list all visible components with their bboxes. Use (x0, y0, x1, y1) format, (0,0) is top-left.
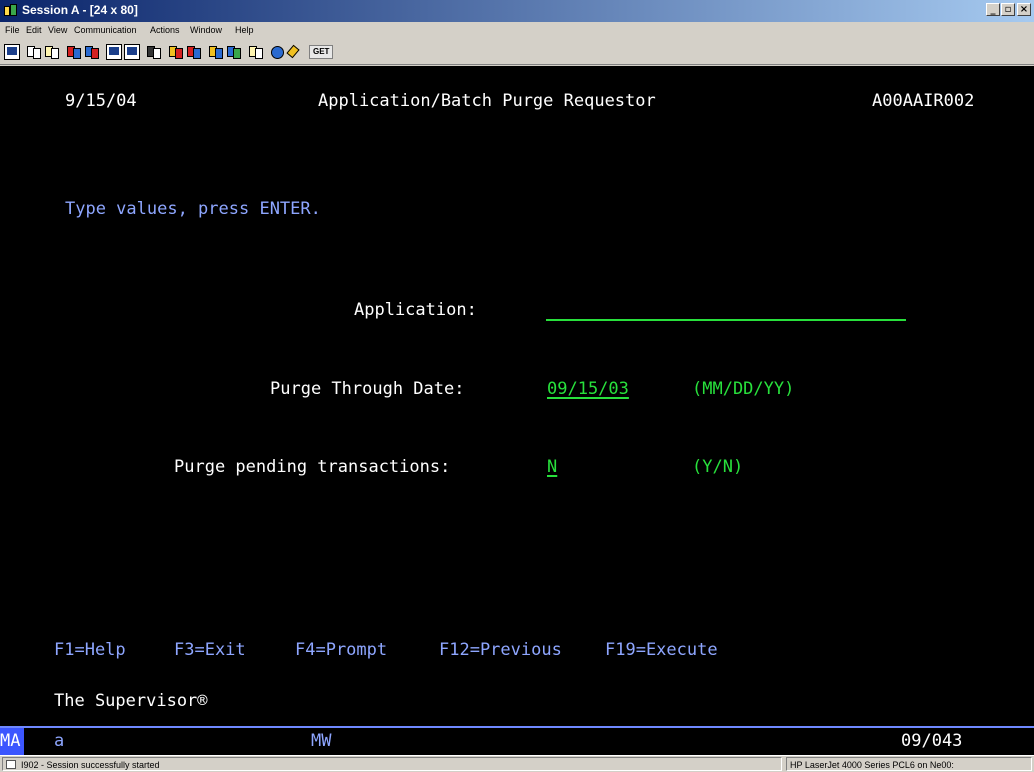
screen-date: 9/15/04 (65, 91, 137, 111)
fkey-exit[interactable]: F3=Exit (174, 639, 246, 661)
maximize-button[interactable]: ▫ (1001, 3, 1015, 16)
application-label: Application: (354, 300, 477, 320)
menu-edit[interactable]: Edit (26, 25, 42, 35)
menu-view[interactable]: View (48, 25, 67, 35)
menu-window[interactable]: Window (190, 25, 222, 35)
status-message-panel: I902 - Session successfully started (2, 757, 782, 771)
print-screen-icon[interactable] (106, 44, 122, 60)
pending-label: Purge pending transactions: (174, 457, 451, 477)
ma-indicator: MA (0, 731, 21, 751)
printer-status: HP LaserJet 4000 Series PCL6 on Ne00: (786, 757, 1032, 771)
purge-date-field[interactable]: 09/15/03 (547, 378, 629, 400)
copy-icon[interactable] (26, 44, 42, 60)
session-app-icon[interactable] (4, 4, 18, 17)
keyboard-indicator: a (54, 731, 65, 751)
minimize-button[interactable]: _ (986, 3, 1000, 16)
menu-bar: File Edit View Communication Actions Win… (0, 22, 1034, 40)
message-waiting-indicator: MW (311, 731, 332, 751)
pencil-icon[interactable] (286, 44, 304, 60)
menu-communication[interactable]: Communication (74, 25, 137, 35)
cursor-position: 09/043 (901, 731, 963, 751)
keyboard-map-icon[interactable] (208, 44, 224, 60)
fkey-prompt[interactable]: F4=Prompt (295, 639, 387, 661)
status-bar: I902 - Session successfully started HP L… (0, 755, 1034, 772)
menu-help[interactable]: Help (235, 25, 254, 35)
color-map-icon[interactable] (226, 44, 242, 60)
terminal-screen[interactable]: 9/15/04 Application/Batch Purge Requesto… (0, 66, 1034, 726)
fkey-previous[interactable]: F12=Previous (439, 639, 562, 661)
window-title: Session A - [24 x 80] (22, 3, 138, 17)
pending-field[interactable]: N (547, 456, 557, 478)
stop-macro-icon[interactable] (186, 44, 202, 60)
display-icon[interactable] (4, 44, 20, 60)
record-macro-icon[interactable] (146, 44, 162, 60)
menu-file[interactable]: File (5, 25, 20, 35)
program-id: A00AAIR002 (872, 91, 975, 111)
screen-title: Application/Batch Purge Requestor (318, 91, 656, 111)
print-setup-icon[interactable] (124, 44, 140, 60)
instruction-text: Type values, press ENTER. (65, 199, 321, 219)
get-button[interactable]: GET (309, 45, 334, 59)
status-message: I902 - Session successfully started (21, 760, 160, 770)
send-file-icon[interactable] (66, 44, 82, 60)
application-input-field[interactable] (546, 319, 906, 321)
close-button[interactable]: × (1017, 3, 1031, 16)
toolbar: GET (0, 40, 1034, 65)
oia-status-line: MA a MW 09/043 (0, 726, 1034, 755)
footer-brand: The Supervisor® (54, 691, 208, 711)
receive-file-icon[interactable] (84, 44, 100, 60)
globe-icon[interactable] (270, 44, 286, 60)
play-macro-icon[interactable] (168, 44, 184, 60)
fkey-execute[interactable]: F19=Execute (605, 639, 718, 661)
session-status-icon (6, 760, 16, 769)
menu-actions[interactable]: Actions (150, 25, 180, 35)
paste-icon[interactable] (44, 44, 60, 60)
purge-date-format: (MM/DD/YY) (692, 379, 795, 399)
pending-format: (Y/N) (692, 457, 744, 477)
purge-date-label: Purge Through Date: (270, 379, 465, 399)
title-bar: Session A - [24 x 80] _ ▫ × (0, 0, 1034, 22)
notes-icon[interactable] (248, 44, 264, 60)
fkey-help[interactable]: F1=Help (54, 639, 126, 661)
